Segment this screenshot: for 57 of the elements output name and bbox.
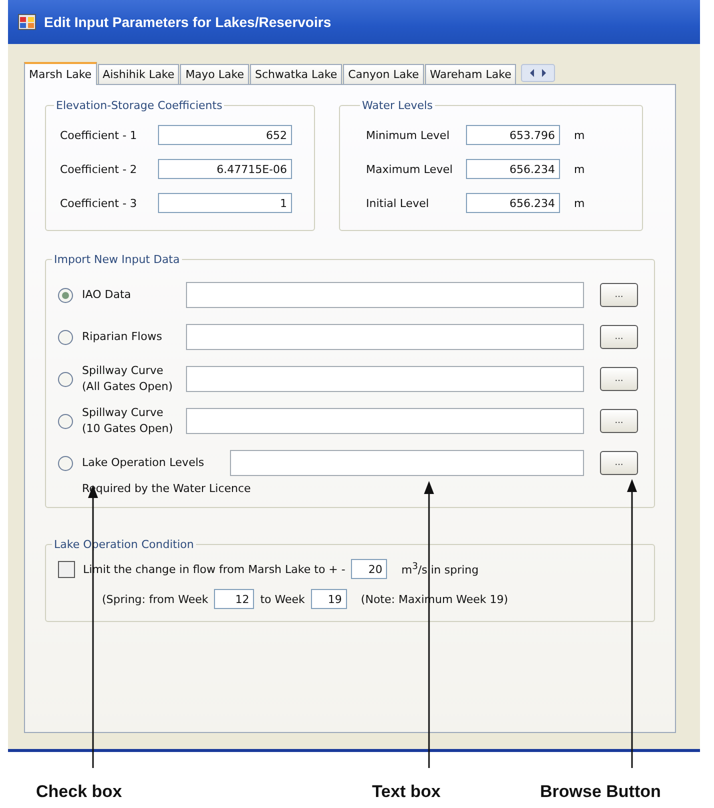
input-field[interactable]: 19	[310, 589, 347, 609]
tab[interactable]: Wareham Lake	[424, 64, 516, 84]
field-label: Minimum Level	[366, 128, 451, 142]
annotation-label: Text box	[372, 782, 441, 802]
input-field[interactable]: 6.47715E-06	[158, 159, 292, 179]
radio-button[interactable]	[58, 372, 73, 386]
annotation-label: Browse Button	[540, 782, 661, 802]
input-field[interactable]: 656.234	[466, 159, 560, 179]
input-field[interactable]: 20	[351, 559, 388, 579]
input-field[interactable]: 652	[158, 125, 292, 145]
tab-scroll-arrows-icon[interactable]	[521, 64, 556, 82]
field-label: Coefficient - 3	[60, 196, 138, 210]
radio-label: Spillway Curve (All Gates Open)	[82, 363, 174, 395]
browse-button[interactable]: ...	[600, 451, 638, 475]
input-field[interactable]: 1	[158, 193, 292, 213]
input-field[interactable]: 656.234	[466, 193, 560, 213]
radio-label: IAO Data	[82, 287, 132, 303]
annotation-label: Check box	[36, 782, 122, 802]
checkbox[interactable]	[58, 560, 75, 578]
tab[interactable]: Marsh Lake	[24, 62, 97, 85]
radio-button[interactable]	[58, 330, 73, 344]
field-label: Maximum Level	[366, 162, 454, 176]
group-title: Elevation-Storage Coefficients	[55, 99, 224, 112]
group-title: Import New Input Data	[53, 253, 181, 266]
unit-label: m$^{3}$/s in spring	[401, 561, 479, 577]
unit-label: m	[574, 162, 585, 176]
input-field[interactable]: 653.796	[466, 125, 560, 145]
radio-button[interactable]	[58, 414, 73, 428]
radio-label: Riparian Flows	[82, 329, 164, 345]
file-path-field[interactable]	[186, 408, 584, 434]
radio-label: Spillway Curve (10 Gates Open)	[82, 405, 174, 437]
field-label: (Spring: from Week	[102, 592, 208, 606]
radio-label: Lake Operation Levels	[82, 455, 206, 471]
browse-button[interactable]: ...	[600, 283, 638, 307]
file-path-field[interactable]	[186, 282, 584, 308]
file-path-field[interactable]	[186, 366, 584, 392]
radio-button[interactable]	[58, 288, 73, 302]
tab[interactable]: Canyon Lake	[343, 64, 424, 84]
unit-label: m	[574, 196, 585, 210]
group-title: Water Levels	[361, 99, 434, 112]
browse-button[interactable]: ...	[600, 367, 638, 391]
window-title: Edit Input Parameters for Lakes/Reservoirs	[44, 14, 332, 30]
tab[interactable]: Aishihik Lake	[98, 64, 180, 84]
tab[interactable]: Mayo Lake	[180, 64, 250, 84]
tab[interactable]: Schwatka Lake	[250, 64, 342, 84]
file-path-field[interactable]	[230, 450, 584, 476]
browse-button[interactable]: ...	[600, 409, 638, 433]
field-label: Initial Level	[366, 196, 430, 210]
radio-button[interactable]	[58, 456, 73, 470]
input-field[interactable]: 12	[214, 589, 254, 609]
field-label: Coefficient - 1	[60, 128, 138, 142]
browse-button[interactable]: ...	[600, 325, 638, 349]
app-icon	[18, 14, 36, 30]
unit-label: m	[574, 128, 585, 142]
field-label: Coefficient - 2	[60, 162, 138, 176]
field-label: to Week	[260, 592, 305, 606]
file-path-field[interactable]	[186, 324, 584, 350]
